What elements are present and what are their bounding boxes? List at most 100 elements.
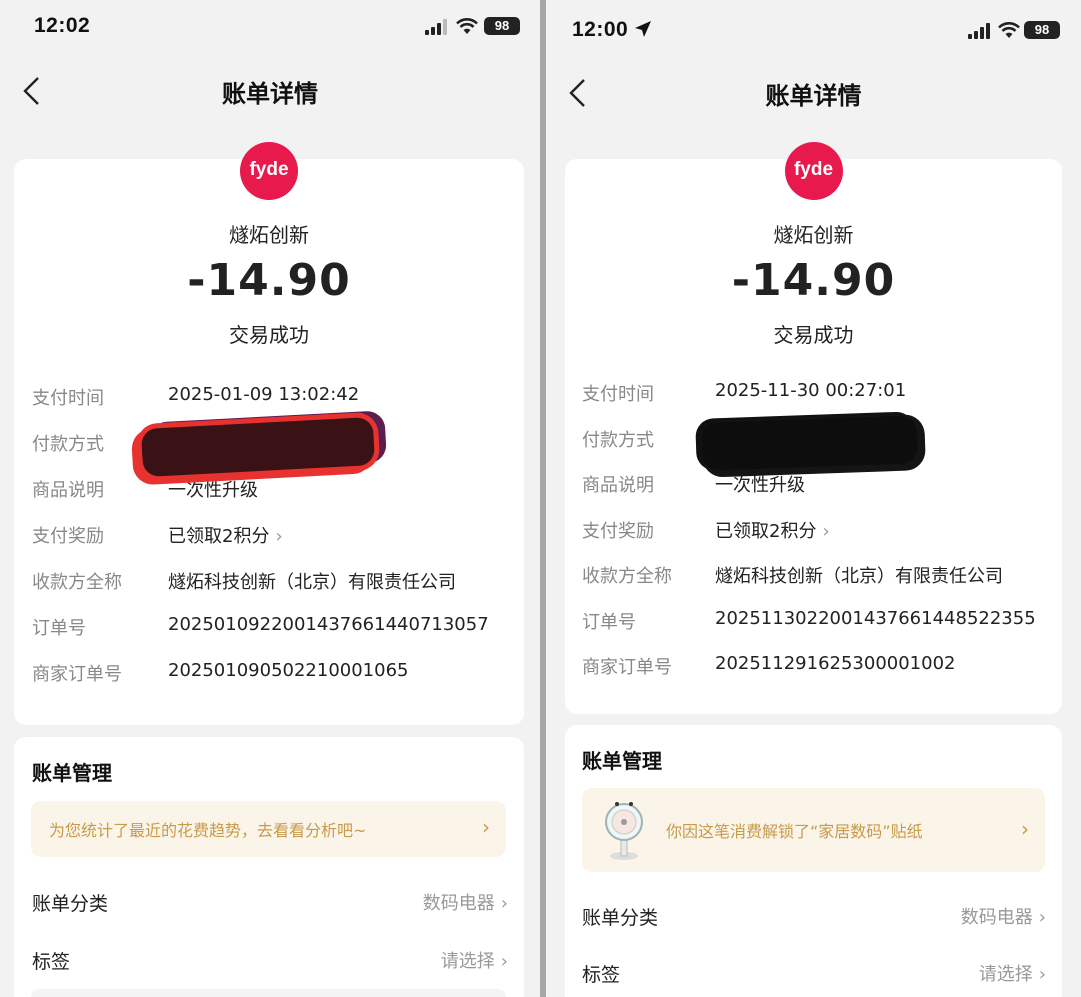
merchant-name: 燧炻创新 bbox=[229, 223, 309, 247]
chevron-right-icon: › bbox=[275, 526, 283, 547]
row-label: 商家订单号 bbox=[32, 664, 122, 685]
row-pay-reward[interactable]: 支付奖励 已领取2积分 › bbox=[582, 517, 1052, 563]
row-label: 支付奖励 bbox=[32, 526, 104, 547]
row-label: 支付时间 bbox=[582, 384, 654, 405]
row-value: 一次性升级 bbox=[715, 475, 805, 496]
banner-text: 为您统计了最近的花费趋势，去看看分析吧~ bbox=[49, 821, 367, 840]
desk-fan-sticker-icon bbox=[605, 802, 643, 860]
row-order-number: 订单号 2025010922001437661440713057 bbox=[32, 614, 514, 660]
bill-category-row[interactable]: 账单分类 数码电器 › bbox=[32, 881, 508, 921]
tag-row[interactable]: 标签 请选择 › bbox=[582, 952, 1046, 992]
chevron-right-icon: › bbox=[500, 893, 508, 914]
row-label: 收款方全称 bbox=[32, 572, 122, 593]
transaction-status: 交易成功 bbox=[229, 323, 309, 347]
row-label: 商家订单号 bbox=[582, 657, 672, 678]
transaction-status: 交易成功 bbox=[773, 323, 854, 347]
row-label: 支付时间 bbox=[32, 388, 104, 409]
merchant-name: 燧炻创新 bbox=[773, 223, 854, 247]
left-screenshot: 12:02 98 账单详情 fyde 燧炻创新 -14.90 交易成功 支付时间… bbox=[0, 0, 540, 997]
battery-icon: 98 bbox=[484, 17, 520, 35]
row-label: 账单分类 bbox=[582, 907, 659, 929]
row-value: 数码电器 › bbox=[961, 903, 1046, 929]
row-label: 账单分类 bbox=[32, 893, 109, 915]
next-item-bar bbox=[31, 989, 506, 997]
row-value: 20250109050221000106​5 bbox=[168, 660, 409, 681]
row-label: 商品说明 bbox=[32, 480, 104, 501]
bill-category-row[interactable]: 账单分类 数码电器 › bbox=[582, 895, 1046, 935]
amount: -14.90 bbox=[187, 255, 351, 306]
row-label: 标签 bbox=[32, 951, 71, 973]
row-value: 已领取2积分 › bbox=[168, 522, 283, 548]
row-value: 20251129162530000100​2 bbox=[715, 653, 956, 674]
chevron-right-icon: › bbox=[1038, 964, 1046, 985]
tag-row[interactable]: 标签 请选择 › bbox=[32, 939, 508, 979]
row-value: 2025010922001437661440713057 bbox=[168, 614, 489, 635]
chevron-right-icon: › bbox=[822, 520, 830, 542]
status-time: 12:00 bbox=[572, 18, 652, 42]
row-merchant-order-number: 商家订单号 20251129162530000100​2 bbox=[582, 653, 1052, 699]
row-label: 订单号 bbox=[582, 611, 636, 633]
row-label: 付款方式 bbox=[582, 429, 654, 451]
row-label: 付款方式 bbox=[32, 434, 104, 455]
row-value: 数码电器 › bbox=[423, 889, 508, 915]
status-time: 12:02 bbox=[34, 14, 91, 37]
chevron-right-icon: › bbox=[1038, 907, 1046, 928]
section-title: 账单管理 bbox=[582, 749, 662, 773]
category-value: 数码电器 bbox=[422, 893, 495, 914]
battery-icon: 98 bbox=[1024, 21, 1060, 39]
status-bar: 12:02 98 bbox=[0, 0, 540, 56]
row-payee-name: 收款方全称 燧炻科技创新（北京）有限责任公司 bbox=[32, 568, 514, 614]
nav-bar: 账单详情 bbox=[0, 60, 540, 120]
row-product-desc: 商品说明 一次性升级 bbox=[582, 471, 1052, 517]
row-label: 订单号 bbox=[32, 618, 86, 639]
row-value: 燧炻科技创新（北京）有限责任公司 bbox=[715, 566, 1003, 587]
right-screenshot: 12:00 98 账单详情 fyde 燧炻创新 -14.90 交易成功 支付时间… bbox=[546, 0, 1081, 997]
redaction-scribble bbox=[701, 415, 918, 471]
spending-trend-banner[interactable]: 为您统计了最近的花费趋势，去看看分析吧~ › bbox=[31, 801, 506, 857]
chevron-right-icon: › bbox=[500, 951, 508, 972]
sticker-unlock-banner[interactable]: 你因这笔消费解锁了“家居数码”贴纸 › bbox=[582, 788, 1045, 872]
row-value: 2025-11-30 00:27:01 bbox=[715, 380, 907, 401]
bill-management-card: 账单管理 你因这笔消费解锁了“家居数码”贴纸 › 账单分类 数码电器 › 标签 请… bbox=[565, 725, 1062, 997]
cellular-signal-icon bbox=[425, 19, 447, 35]
reward-text: 已领取2积分 bbox=[168, 526, 270, 547]
amount: -14.90 bbox=[731, 255, 896, 306]
row-value: 一次性升级 bbox=[168, 480, 258, 501]
row-pay-reward[interactable]: 支付奖励 已领取2积分 › bbox=[32, 522, 514, 568]
row-product-desc: 商品说明 一次性升级 bbox=[32, 476, 514, 522]
row-value: 2025-01-09 13:02:42 bbox=[168, 384, 360, 405]
nav-bar: 账单详情 bbox=[546, 62, 1081, 122]
tag-value: 请选择 bbox=[978, 964, 1033, 985]
row-label: 标签 bbox=[582, 964, 621, 986]
chevron-right-icon: › bbox=[1021, 817, 1029, 841]
category-value: 数码电器 bbox=[960, 907, 1033, 928]
wifi-icon bbox=[998, 22, 1020, 38]
row-label: 收款方全称 bbox=[582, 566, 672, 587]
chevron-right-icon: › bbox=[482, 815, 490, 839]
row-payee-name: 收款方全称 燧炻科技创新（北京）有限责任公司 bbox=[582, 562, 1052, 608]
merchant-logo: fyde bbox=[240, 142, 298, 200]
row-value: 已领取2积分 › bbox=[715, 517, 830, 543]
banner-text: 你因这笔消费解锁了“家居数码”贴纸 bbox=[666, 822, 923, 841]
cellular-signal-icon bbox=[968, 23, 990, 39]
bill-detail-card: fyde 燧炻创新 -14.90 交易成功 支付时间 2025-11-30 00… bbox=[565, 142, 1062, 714]
status-bar: 12:00 98 bbox=[546, 0, 1081, 56]
row-merchant-order-number: 商家订单号 20250109050221000106​5 bbox=[32, 660, 514, 706]
row-value: 请选择 › bbox=[979, 960, 1046, 986]
reward-text: 已领取2积分 bbox=[715, 520, 817, 542]
wifi-icon bbox=[456, 18, 478, 34]
time-text: 12:00 bbox=[572, 18, 629, 41]
location-arrow-icon bbox=[635, 21, 652, 37]
row-label: 支付奖励 bbox=[582, 520, 654, 542]
tag-value: 请选择 bbox=[440, 951, 495, 972]
row-value: 2025113022001437661448522355 bbox=[715, 607, 1036, 629]
bill-management-card: 账单管理 为您统计了最近的花费趋势，去看看分析吧~ › 账单分类 数码电器 › 标… bbox=[14, 737, 524, 997]
row-label: 商品说明 bbox=[582, 475, 654, 496]
bill-detail-card: fyde 燧炻创新 -14.90 交易成功 支付时间 2025-01-09 13… bbox=[14, 142, 524, 725]
row-order-number: 订单号 2025113022001437661448522355 bbox=[582, 608, 1052, 654]
page-title: 账单详情 bbox=[765, 82, 862, 110]
section-title: 账单管理 bbox=[32, 761, 112, 785]
row-value: 燧炻科技创新（北京）有限责任公司 bbox=[168, 572, 456, 593]
page-title: 账单详情 bbox=[222, 80, 318, 108]
row-value: 请选择 › bbox=[441, 947, 508, 973]
